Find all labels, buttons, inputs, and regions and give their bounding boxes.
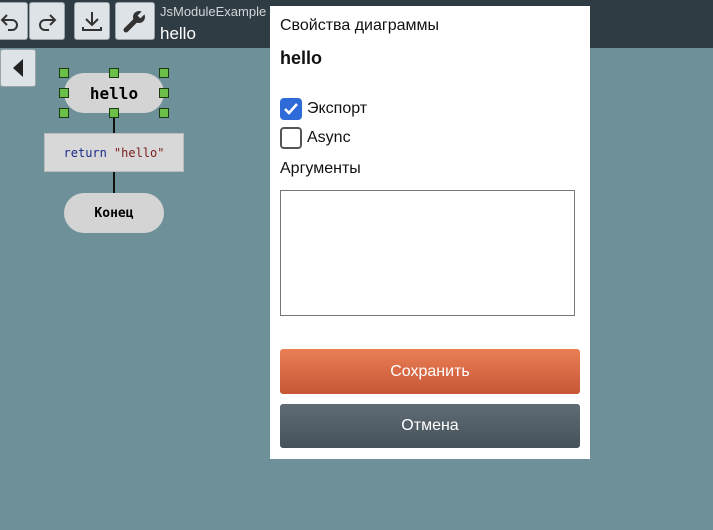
arguments-label: Аргументы — [280, 160, 361, 177]
arguments-input[interactable] — [280, 190, 575, 316]
export-label: Экспорт — [307, 100, 368, 117]
resize-handle[interactable] — [109, 68, 119, 78]
async-label: Async — [307, 129, 351, 146]
export-option[interactable]: Экспорт — [280, 98, 367, 120]
undo-icon — [0, 14, 18, 31]
save-button[interactable]: Сохранить — [280, 349, 580, 394]
resize-handle[interactable] — [159, 68, 169, 78]
diagram-name: hello — [280, 48, 323, 68]
start-node[interactable]: hello — [64, 73, 164, 113]
connector-line — [113, 172, 115, 194]
async-checkbox[interactable] — [280, 127, 302, 149]
redo-button[interactable] — [29, 2, 65, 40]
code-keyword: return — [63, 145, 107, 160]
redo-icon — [39, 14, 57, 31]
end-node[interactable]: Конец — [64, 193, 164, 233]
async-option[interactable]: Async — [280, 127, 351, 149]
diagram-properties-dialog: Свойства диаграммы hello Экспорт Async А… — [270, 6, 590, 459]
cancel-button[interactable]: Отмена — [280, 404, 580, 448]
checkmark-icon — [284, 103, 298, 115]
resize-handle[interactable] — [109, 108, 119, 118]
code-string: "hello" — [113, 145, 165, 160]
dialog-title: Свойства диаграммы — [280, 17, 440, 34]
diagram-title: hello — [160, 24, 196, 43]
download-button[interactable] — [74, 2, 110, 40]
action-node[interactable]: return "hello" — [44, 133, 184, 172]
download-icon — [82, 12, 102, 31]
resize-handle[interactable] — [59, 108, 69, 118]
resize-handle[interactable] — [159, 88, 169, 98]
export-checkbox[interactable] — [280, 98, 302, 120]
resize-handle[interactable] — [59, 68, 69, 78]
resize-handle[interactable] — [59, 88, 69, 98]
app-title: JsModuleExample — [160, 4, 267, 19]
settings-button[interactable] — [115, 2, 155, 40]
undo-button[interactable] — [0, 2, 28, 40]
wrench-icon — [123, 9, 147, 33]
resize-handle[interactable] — [159, 108, 169, 118]
